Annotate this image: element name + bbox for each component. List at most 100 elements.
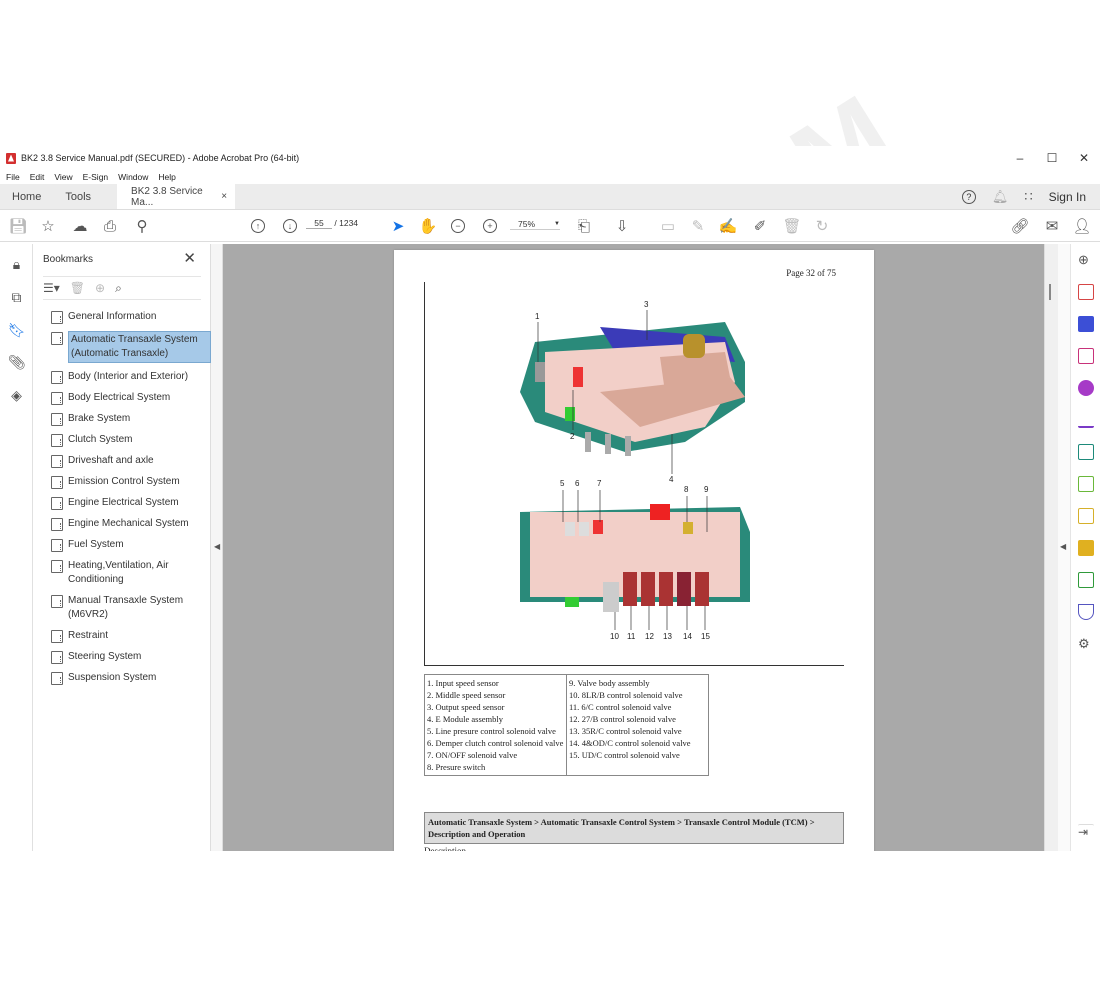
bookmark-item[interactable]: Brake System [51, 412, 211, 426]
tab-close-icon[interactable]: × [221, 191, 235, 202]
comment-share-icon[interactable] [1078, 508, 1094, 524]
menu-view[interactable]: View [54, 172, 72, 182]
sign-in-button[interactable]: Sign In [1049, 190, 1086, 204]
bookmark-item[interactable]: Steering System [51, 650, 211, 664]
lock-icon[interactable]: 🔒︎ [8, 256, 25, 273]
callout-5: 5 [560, 479, 565, 488]
send-review-icon[interactable] [1078, 444, 1094, 460]
collapse-left-icon[interactable]: ◀ [214, 542, 220, 551]
zoom-in-icon[interactable]: + [480, 216, 500, 236]
comment-icon[interactable]: ▭ [658, 216, 678, 236]
add-user-icon[interactable]: 👤︎ [1072, 216, 1092, 236]
callout-9: 9 [704, 485, 709, 494]
help-icon[interactable]: ? [961, 190, 976, 204]
close-panel-icon[interactable]: ✕ [183, 249, 196, 267]
print-icon[interactable]: ⎙ [100, 216, 120, 236]
tab-home[interactable]: Home [0, 184, 53, 209]
callout-13: 13 [663, 632, 672, 641]
bookmark-item[interactable]: Driveshaft and axle [51, 454, 211, 468]
hand-tool-icon[interactable]: ✋ [418, 216, 438, 236]
attachment-icon[interactable]: 📎︎ [8, 354, 26, 371]
fit-page-icon[interactable]: ⎗ [574, 216, 594, 236]
bookmark-item[interactable]: Engine Electrical System [51, 496, 211, 510]
bookmark-item[interactable]: Restraint [51, 629, 211, 643]
create-pdf-icon[interactable] [1078, 284, 1094, 300]
bookmark-item[interactable]: Body (Interior and Exterior) [51, 370, 211, 384]
scroll-thumb[interactable] [1049, 284, 1051, 300]
bookmark-item[interactable]: General Information [51, 310, 211, 324]
tab-document[interactable]: BK2 3.8 Service Ma... × [117, 184, 236, 209]
bookmark-list: General Information Automatic Transaxle S… [51, 310, 211, 692]
request-signature-icon[interactable] [1078, 380, 1094, 396]
bookmark-options-icon[interactable]: ☰▾ [43, 281, 60, 295]
pages-icon[interactable]: ⧉ [8, 289, 25, 306]
vertical-scrollbar[interactable] [1044, 244, 1058, 851]
email-icon[interactable]: ✉ [1042, 216, 1062, 236]
compare-files-icon[interactable] [1078, 476, 1094, 492]
protect-shield-icon[interactable] [1078, 604, 1094, 620]
menu-window[interactable]: Window [118, 172, 148, 182]
valve-body-illustration [520, 310, 750, 630]
new-bookmark-icon[interactable]: ⊕ [95, 281, 105, 295]
bookmark-page-icon [51, 497, 63, 510]
maximize-button[interactable]: ☐ [1036, 146, 1068, 170]
prev-page-icon[interactable]: ↑ [248, 216, 268, 236]
organize-pages-icon[interactable] [1078, 348, 1094, 364]
layers-icon[interactable]: ◈ [8, 387, 25, 404]
bookmark-item[interactable]: Heating,Ventilation, Air Conditioning [51, 559, 211, 587]
bookmark-page-icon [51, 332, 63, 345]
bookmark-item[interactable]: Fuel System [51, 538, 211, 552]
right-panel-splitter[interactable]: ◀ [1058, 244, 1070, 851]
fill-sign-icon[interactable] [1078, 412, 1094, 428]
minimize-button[interactable]: – [1004, 146, 1036, 170]
more-tools-icon[interactable]: ⚙ [1078, 636, 1094, 652]
export-pdf-icon[interactable] [1078, 316, 1094, 332]
upload-cloud-icon[interactable]: ☁ [70, 216, 90, 236]
menu-file[interactable]: File [6, 172, 20, 182]
callout-8: 8 [684, 485, 689, 494]
bookmark-item[interactable]: Clutch System [51, 433, 211, 447]
next-page-icon[interactable]: ↓ [280, 216, 300, 236]
save-icon[interactable]: 💾︎ [8, 216, 28, 236]
search-zoom-icon[interactable]: ⚲ [132, 216, 152, 236]
scroll-mode-icon[interactable]: ⇩ [612, 216, 632, 236]
collapse-tools-icon[interactable]: ⇥ [1078, 824, 1094, 840]
tab-tools[interactable]: Tools [53, 184, 103, 209]
callout-6: 6 [575, 479, 580, 488]
delete-bookmark-icon[interactable]: 🗑︎ [70, 281, 85, 295]
menu-edit[interactable]: Edit [30, 172, 45, 182]
select-cursor-icon[interactable]: ➤ [388, 216, 408, 236]
bookmark-label: Steering System [68, 651, 142, 662]
enhance-scan-icon[interactable]: ⊕ [1078, 252, 1094, 268]
current-page-input[interactable]: 55 [306, 218, 332, 229]
find-bookmark-icon[interactable]: ⌕ [115, 281, 122, 296]
highlight-icon[interactable]: ✎ [688, 216, 708, 236]
expand-right-icon[interactable]: ◀ [1060, 542, 1066, 551]
document-viewer[interactable]: Page 32 of 75 1 2 3 4 5 6 7 8 9 10 11 12… [223, 244, 1044, 851]
menu-esign[interactable]: E-Sign [83, 172, 109, 182]
bookmark-item[interactable]: Body Electrical System [51, 391, 211, 405]
bookmark-item[interactable]: Automatic Transaxle System (Automatic Tr… [51, 331, 211, 363]
main-toolbar: 💾︎ ☆ ☁ ⎙ ⚲ ↑ ↓ 55 / 1234 ➤ ✋ − + 75% ▼ ⎗… [0, 210, 1100, 242]
bookmarks-icon[interactable]: 🔖︎ [8, 322, 26, 339]
rotate-icon[interactable]: ↻ [812, 216, 832, 236]
share-link-icon[interactable]: 🔗︎ [1010, 216, 1030, 236]
bookmark-item[interactable]: Engine Mechanical System [51, 517, 211, 531]
zoom-out-icon[interactable]: − [448, 216, 468, 236]
notification-bell-icon[interactable]: 🔔︎ [992, 189, 1009, 205]
menu-help[interactable]: Help [158, 172, 175, 182]
bookmark-page-icon [51, 476, 63, 489]
close-window-button[interactable]: ✕ [1068, 146, 1100, 170]
edit-pdf-icon[interactable]: ✐ [750, 216, 770, 236]
comment-tool-icon[interactable] [1078, 540, 1094, 556]
bookmark-item[interactable]: Manual Transaxle System (M6VR2) [51, 594, 211, 622]
bookmark-item[interactable]: Emission Control System [51, 475, 211, 489]
apps-grid-icon[interactable]: ∷ [1024, 189, 1032, 205]
print-production-icon[interactable] [1078, 572, 1094, 588]
bookmark-star-icon[interactable]: ☆ [38, 216, 58, 236]
delete-icon[interactable]: 🗑︎ [782, 216, 802, 236]
zoom-level-select[interactable]: 75% ▼ [510, 219, 560, 230]
left-panel-splitter[interactable]: ◀ [211, 244, 223, 851]
sign-icon[interactable]: ✍ [718, 216, 738, 236]
bookmark-item[interactable]: Suspension System [51, 671, 211, 685]
